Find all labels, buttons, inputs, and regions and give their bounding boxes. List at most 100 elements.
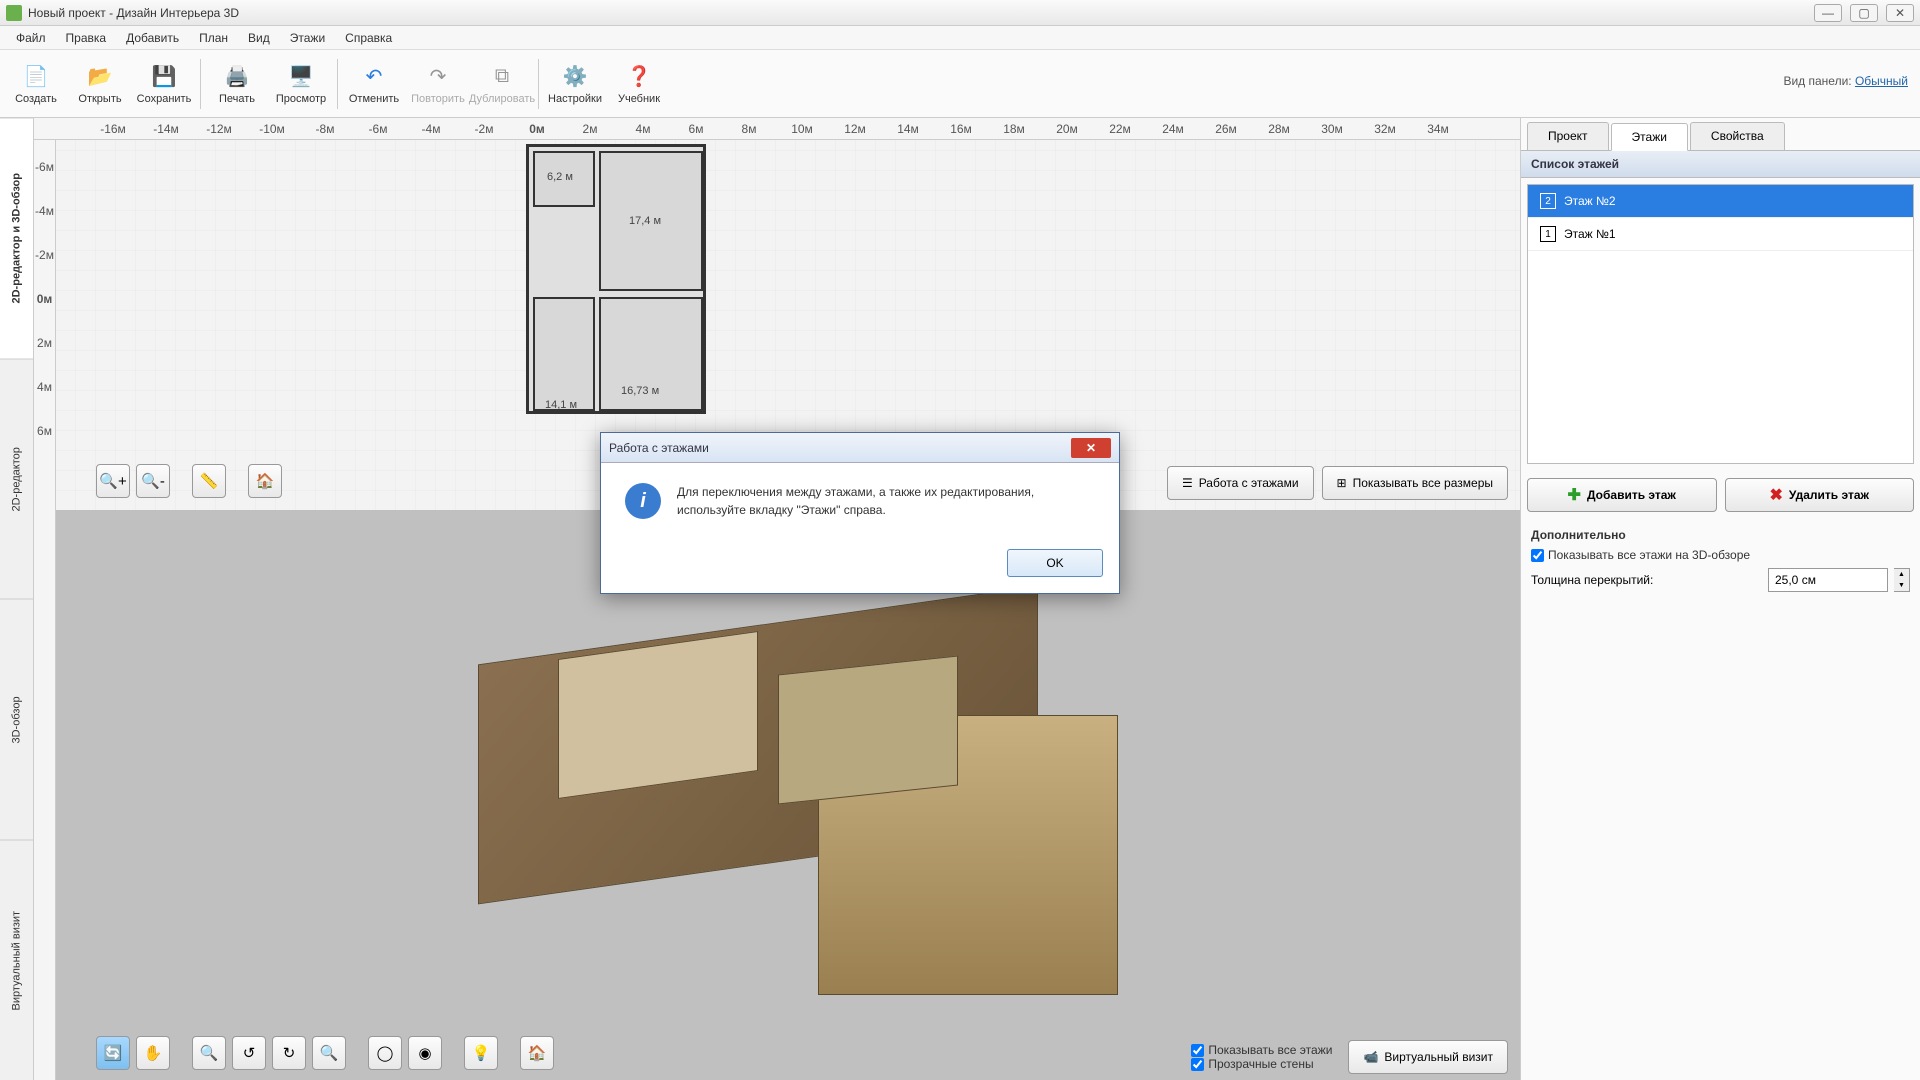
measure-button[interactable]: 📏	[192, 464, 226, 498]
window-title: Новый проект - Дизайн Интерьера 3D	[28, 6, 239, 20]
work-with-floors-button[interactable]: ☰Работа с этажами	[1167, 466, 1314, 500]
home-3d-button[interactable]: 🏠	[520, 1036, 554, 1070]
ruler-vertical: -6м-4м-2м0м2м4м6м	[34, 140, 56, 1080]
redo-button: ↷Повторить	[406, 54, 470, 114]
tab-2d-3d-combo[interactable]: 2D-редактор и 3D-обзор	[0, 118, 33, 359]
camera-icon: 📹	[1363, 1050, 1378, 1064]
show-all-dimensions-button[interactable]: ⊞Показывать все размеры	[1322, 466, 1508, 500]
open-button[interactable]: 📂Открыть	[68, 54, 132, 114]
menu-plan[interactable]: План	[189, 28, 238, 48]
floor-icon: 1	[1540, 226, 1556, 242]
ruler-horizontal: -16м-14м-12м-10м-8м-6м-4м-2м0м2м4м6м8м10…	[34, 118, 1520, 140]
panel-mode-link[interactable]: Обычный	[1855, 74, 1908, 88]
preview-button[interactable]: 🖥️Просмотр	[269, 54, 333, 114]
right-panel: Проект Этажи Свойства Список этажей 2Эта…	[1520, 118, 1920, 1080]
room-label: 14,1 м	[545, 399, 577, 411]
settings-button[interactable]: ⚙️Настройки	[543, 54, 607, 114]
left-tabs: 2D-редактор и 3D-обзор 2D-редактор 3D-об…	[0, 118, 34, 1080]
show-all-floors-3d-checkbox[interactable]	[1531, 549, 1544, 562]
rotate-left-button[interactable]: ↺	[232, 1036, 266, 1070]
gear-icon: ⚙️	[561, 62, 589, 90]
delete-floor-button[interactable]: ✖Удалить этаж	[1725, 478, 1915, 512]
new-file-icon: 📄	[22, 62, 50, 90]
show-all-floors-checkbox[interactable]	[1191, 1044, 1204, 1057]
zoom-out-3d-button[interactable]: 🔍	[312, 1036, 346, 1070]
spin-up-icon[interactable]: ▲	[1894, 569, 1909, 580]
floor-icon: 2	[1540, 193, 1556, 209]
info-icon: i	[625, 483, 661, 519]
lighting-button[interactable]: 💡	[464, 1036, 498, 1070]
view-mode-2-button[interactable]: ◉	[408, 1036, 442, 1070]
floor-item[interactable]: 1Этаж №1	[1528, 218, 1913, 251]
panel-mode: Вид панели: Обычный	[1783, 74, 1908, 88]
virtual-visit-button[interactable]: 📹Виртуальный визит	[1348, 1040, 1508, 1074]
printer-icon: 🖨️	[223, 62, 251, 90]
home-button[interactable]: 🏠	[248, 464, 282, 498]
view-mode-1-button[interactable]: ◯	[368, 1036, 402, 1070]
close-button[interactable]: ✕	[1886, 4, 1914, 22]
floor-item[interactable]: 2Этаж №2	[1528, 185, 1913, 218]
minimize-button[interactable]: —	[1814, 4, 1842, 22]
pan-button[interactable]: ✋	[136, 1036, 170, 1070]
print-button[interactable]: 🖨️Печать	[205, 54, 269, 114]
transparent-walls-checkbox[interactable]	[1191, 1058, 1204, 1071]
floorplan[interactable]: 6,2 м 17,4 м 14,1 м 16,73 м	[526, 144, 706, 414]
tab-project[interactable]: Проект	[1527, 122, 1609, 150]
menu-edit[interactable]: Правка	[56, 28, 117, 48]
spin-down-icon[interactable]: ▼	[1894, 580, 1909, 591]
orbit-button[interactable]: 🔄	[96, 1036, 130, 1070]
save-button[interactable]: 💾Сохранить	[132, 54, 196, 114]
duplicate-button: ⧉Дублировать	[470, 54, 534, 114]
dialog-ok-button[interactable]: OK	[1007, 549, 1103, 577]
thickness-label: Толщина перекрытий:	[1531, 573, 1762, 587]
tab-3d-view[interactable]: 3D-обзор	[0, 599, 33, 840]
thickness-spinner[interactable]: ▲▼	[1894, 568, 1910, 592]
dialog-message: Для переключения между этажами, а также …	[677, 483, 1095, 519]
menu-floors[interactable]: Этажи	[280, 28, 335, 48]
zoom-in-3d-button[interactable]: 🔍	[192, 1036, 226, 1070]
zoom-in-button[interactable]: 🔍+	[96, 464, 130, 498]
extra-header: Дополнительно	[1531, 528, 1910, 542]
add-floor-button[interactable]: ✚Добавить этаж	[1527, 478, 1717, 512]
create-button[interactable]: 📄Создать	[4, 54, 68, 114]
undo-button[interactable]: ↶Отменить	[342, 54, 406, 114]
thickness-input[interactable]: 25,0 см	[1768, 568, 1888, 592]
zoom-out-button[interactable]: 🔍-	[136, 464, 170, 498]
room-label: 17,4 м	[629, 215, 661, 227]
toolbar: 📄Создать 📂Открыть 💾Сохранить 🖨️Печать 🖥️…	[0, 50, 1920, 118]
tab-properties[interactable]: Свойства	[1690, 122, 1785, 150]
monitor-icon: 🖥️	[287, 62, 315, 90]
dialog-close-button[interactable]: ✕	[1071, 438, 1111, 458]
house-3d-render	[398, 565, 1178, 1025]
plus-icon: ✚	[1568, 485, 1581, 505]
tab-2d-editor[interactable]: 2D-редактор	[0, 359, 33, 600]
dialog-work-with-floors: Работа с этажами ✕ i Для переключения ме…	[600, 432, 1120, 594]
save-icon: 💾	[150, 62, 178, 90]
dimensions-icon: ⊞	[1337, 476, 1347, 490]
menu-view[interactable]: Вид	[238, 28, 280, 48]
maximize-button[interactable]: ▢	[1850, 4, 1878, 22]
cross-icon: ✖	[1769, 485, 1782, 505]
menu-file[interactable]: Файл	[6, 28, 56, 48]
redo-icon: ↷	[424, 62, 452, 90]
dialog-title: Работа с этажами	[609, 441, 709, 455]
help-icon: ❓	[625, 62, 653, 90]
layers-icon: ☰	[1182, 476, 1193, 490]
room-label: 6,2 м	[547, 171, 573, 183]
menu-help[interactable]: Справка	[335, 28, 402, 48]
rotate-right-button[interactable]: ↻	[272, 1036, 306, 1070]
canvas-area: -16м-14м-12м-10м-8м-6м-4м-2м0м2м4м6м8м10…	[34, 118, 1520, 1080]
menubar: Файл Правка Добавить План Вид Этажи Спра…	[0, 26, 1920, 50]
tab-virtual-visit[interactable]: Виртуальный визит	[0, 840, 33, 1080]
folder-open-icon: 📂	[86, 62, 114, 90]
tutorial-button[interactable]: ❓Учебник	[607, 54, 671, 114]
floor-list-header: Список этажей	[1521, 150, 1920, 178]
titlebar: Новый проект - Дизайн Интерьера 3D — ▢ ✕	[0, 0, 1920, 26]
menu-add[interactable]: Добавить	[116, 28, 189, 48]
room-label: 16,73 м	[621, 385, 659, 397]
duplicate-icon: ⧉	[488, 62, 516, 90]
floor-list: 2Этаж №2 1Этаж №1	[1527, 184, 1914, 464]
view-3d[interactable]: 🔄 ✋ 🔍 ↺ ↻ 🔍 ◯ ◉ 💡 🏠 Показывать все этажи…	[56, 510, 1520, 1080]
tab-floors[interactable]: Этажи	[1611, 123, 1688, 151]
app-icon	[6, 5, 22, 21]
